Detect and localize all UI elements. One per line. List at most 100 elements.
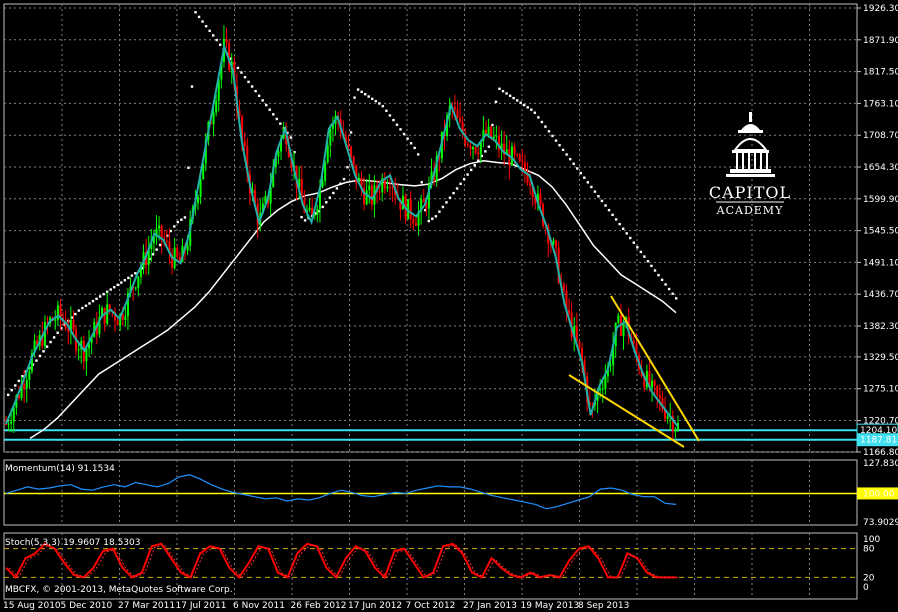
sar-dot — [123, 279, 127, 282]
candle-body — [134, 287, 137, 289]
sar-dot — [328, 196, 332, 199]
candle-body — [521, 160, 524, 163]
sar-dot — [247, 80, 250, 84]
candle-body — [513, 146, 516, 155]
y-tick-label: 1926.30 — [863, 4, 898, 14]
sar-dot — [275, 117, 279, 121]
sar-dot — [406, 137, 409, 140]
sar-dot — [257, 94, 261, 97]
sar-dot — [197, 15, 201, 19]
candle-body — [529, 183, 532, 186]
candle-body — [137, 276, 140, 288]
sar-dot — [632, 241, 635, 244]
sar-dot — [272, 113, 275, 116]
y-tick-label: 1275.10 — [863, 385, 898, 395]
candle-body — [389, 186, 391, 188]
sar-dot — [52, 336, 56, 339]
candle-body — [599, 389, 602, 391]
sar-dot — [10, 388, 13, 392]
momentum-label: Momentum(14) 91.1534 — [5, 464, 115, 474]
sar-dot — [349, 131, 353, 134]
sar-dot — [289, 136, 293, 139]
candle-body — [77, 349, 80, 351]
sar-dot — [413, 146, 416, 150]
sar-dot — [473, 164, 476, 167]
sar-dot — [339, 182, 342, 185]
candle-body — [215, 100, 218, 113]
candle-body — [386, 186, 389, 189]
sar-dot — [530, 108, 533, 111]
stoch-tick-label: 100 — [863, 535, 880, 545]
sar-dot — [240, 71, 243, 74]
sar-dot — [378, 102, 381, 105]
candle-body — [10, 421, 13, 424]
sar-dot — [321, 205, 324, 209]
logo-line2: ACADEMY — [716, 204, 784, 217]
sar-dot — [360, 90, 363, 94]
sar-dot — [462, 177, 466, 181]
sar-dot — [35, 359, 38, 362]
candle-body — [474, 147, 477, 153]
sar-dot — [590, 185, 593, 189]
sar-dot — [445, 201, 448, 204]
sar-dot — [381, 104, 385, 108]
candle-body — [225, 38, 228, 43]
sar-dot — [466, 173, 469, 176]
candle-body — [28, 371, 31, 380]
candle-body — [116, 320, 119, 326]
candle-body — [651, 380, 654, 388]
sar-dot — [173, 225, 176, 228]
sar-dot — [399, 128, 402, 131]
sar-dot — [346, 166, 349, 169]
candle-body — [352, 156, 355, 165]
logo-line1: CAPITOL — [709, 183, 791, 202]
candle-body — [277, 151, 280, 157]
sar-dot — [537, 116, 540, 119]
sar-dot — [250, 85, 254, 88]
sar-dot — [593, 190, 597, 193]
candle-body — [23, 383, 26, 389]
candle-body — [350, 146, 353, 157]
sar-dot — [363, 92, 367, 96]
candle-body — [72, 319, 75, 330]
sar-dot — [243, 76, 247, 79]
sar-dot — [611, 213, 614, 217]
sar-dot — [597, 195, 600, 198]
sar-dot — [325, 201, 328, 204]
sar-dot — [544, 125, 547, 128]
candle-body — [469, 145, 472, 150]
candle-body — [617, 315, 620, 323]
candle-body — [243, 140, 246, 146]
sar-dot — [395, 123, 399, 126]
sar-dot — [646, 260, 650, 263]
sar-dot — [643, 255, 646, 258]
sar-dot — [17, 379, 21, 383]
candle-body — [604, 376, 607, 389]
y-tick-label: 1491.10 — [863, 258, 898, 268]
candle-body — [459, 117, 462, 123]
sar-dot — [215, 38, 218, 42]
y-tick-label: 1545.50 — [863, 227, 898, 237]
sar-dot — [91, 299, 95, 303]
sar-dot — [204, 24, 208, 28]
candle-body — [622, 323, 625, 337]
sar-dot — [660, 278, 664, 281]
candle-body — [518, 154, 521, 161]
sar-dot — [155, 248, 158, 251]
sar-dot — [332, 191, 335, 195]
sar-dot — [600, 199, 604, 203]
sar-dot — [512, 96, 515, 100]
sar-dot — [470, 168, 473, 172]
sar-dot — [501, 89, 505, 93]
sar-dot — [434, 215, 438, 218]
candle-body — [391, 186, 394, 189]
y-tick-label: 1654.30 — [863, 163, 898, 173]
candle-body — [7, 423, 10, 425]
candle-body — [674, 429, 677, 432]
x-tick-label: 6 Nov 2011 — [233, 601, 285, 611]
candle-body — [666, 416, 669, 419]
sar-dot — [614, 218, 618, 221]
candle-body — [601, 388, 604, 390]
stochastic-label: Stoch(5,3,3) 19.9607 18.5303 — [5, 538, 140, 548]
stoch-tick-label: 20 — [863, 573, 875, 583]
